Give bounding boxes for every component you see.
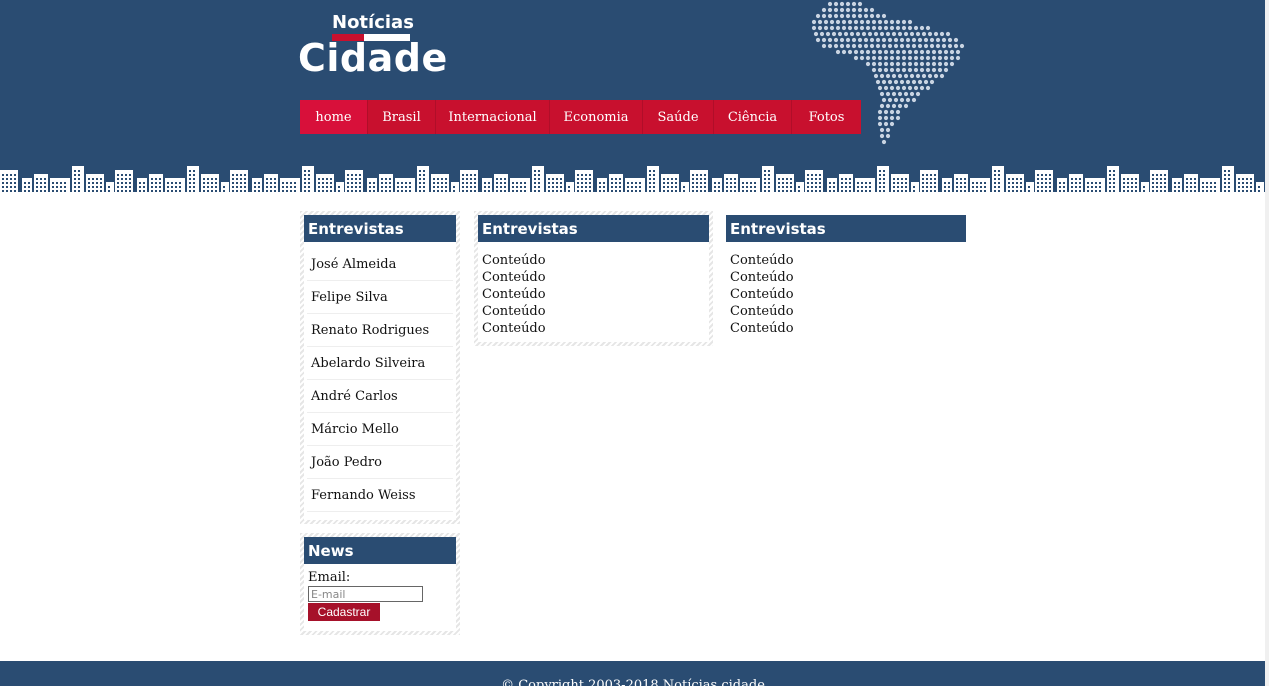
interview-list-item[interactable]: Márcio Mello (307, 413, 453, 446)
content-item: Conteúdo (482, 321, 546, 336)
main-nav: home Brasil Internacional Economia Saúde… (300, 100, 861, 134)
site-logo[interactable]: Notícias Cidade (298, 12, 447, 82)
right-content-list: Conteúdo Conteúdo Conteúdo Conteúdo Cont… (726, 242, 966, 337)
copyright-text: © Copyright 2003-2018 Notícias cidade (501, 678, 765, 686)
newsletter-form: Email: Cadastrar (304, 564, 456, 621)
content-item: Conteúdo (730, 304, 794, 319)
interview-list-item[interactable]: André Carlos (307, 380, 453, 413)
content-item: Conteúdo (482, 253, 546, 268)
newsletter-title: News (304, 537, 456, 564)
content-item: Conteúdo (730, 287, 794, 302)
interview-list-item[interactable]: José Almeida (307, 248, 453, 281)
nav-item-ciencia[interactable]: Ciência (714, 100, 792, 134)
nav-item-home[interactable]: home (300, 100, 368, 134)
interview-list-item[interactable]: João Pedro (307, 446, 453, 479)
content-item: Conteúdo (482, 304, 546, 319)
interview-list-item[interactable]: Renato Rodrigues (307, 314, 453, 347)
middle-content-list: Conteúdo Conteúdo Conteúdo Conteúdo Cont… (478, 242, 709, 337)
content-item: Conteúdo (730, 253, 794, 268)
interview-list-item[interactable]: Abelardo Silveira (307, 347, 453, 380)
middle-interviews-box: Entrevistas Conteúdo Conteúdo Conteúdo C… (474, 211, 713, 346)
page-scrollbar[interactable] (1265, 0, 1269, 686)
content-item: Conteúdo (482, 287, 546, 302)
logo-top-text: Notícias (332, 12, 414, 33)
right-interviews-box: Entrevistas Conteúdo Conteúdo Conteúdo C… (726, 215, 966, 337)
site-header: Notícias Cidade home Brasil Internaciona… (0, 0, 1266, 195)
content-item: Conteúdo (730, 321, 794, 336)
site-footer: © Copyright 2003-2018 Notícias cidade (0, 661, 1266, 686)
sidebar-interviews-title: Entrevistas (304, 215, 456, 242)
subscribe-button[interactable]: Cadastrar (308, 603, 380, 621)
nav-item-fotos[interactable]: Fotos (792, 100, 861, 134)
interview-list-item[interactable]: Felipe Silva (307, 281, 453, 314)
interview-list-item[interactable]: Fernando Weiss (307, 479, 453, 512)
nav-item-internacional[interactable]: Internacional (436, 100, 550, 134)
content-item: Conteúdo (730, 270, 794, 285)
nav-item-economia[interactable]: Economia (550, 100, 643, 134)
sidebar-interviews-box: Entrevistas José Almeida Felipe Silva Re… (300, 211, 460, 524)
logo-main-text: Cidade (298, 36, 448, 80)
newsletter-box: News Email: Cadastrar (300, 533, 460, 635)
email-label: Email: (308, 570, 351, 585)
nav-item-saude[interactable]: Saúde (643, 100, 714, 134)
city-skyline-decoration (0, 166, 1266, 195)
middle-interviews-title: Entrevistas (478, 215, 709, 242)
content-item: Conteúdo (482, 270, 546, 285)
nav-item-brasil[interactable]: Brasil (368, 100, 436, 134)
right-interviews-title: Entrevistas (726, 215, 966, 242)
email-input[interactable] (308, 586, 423, 602)
